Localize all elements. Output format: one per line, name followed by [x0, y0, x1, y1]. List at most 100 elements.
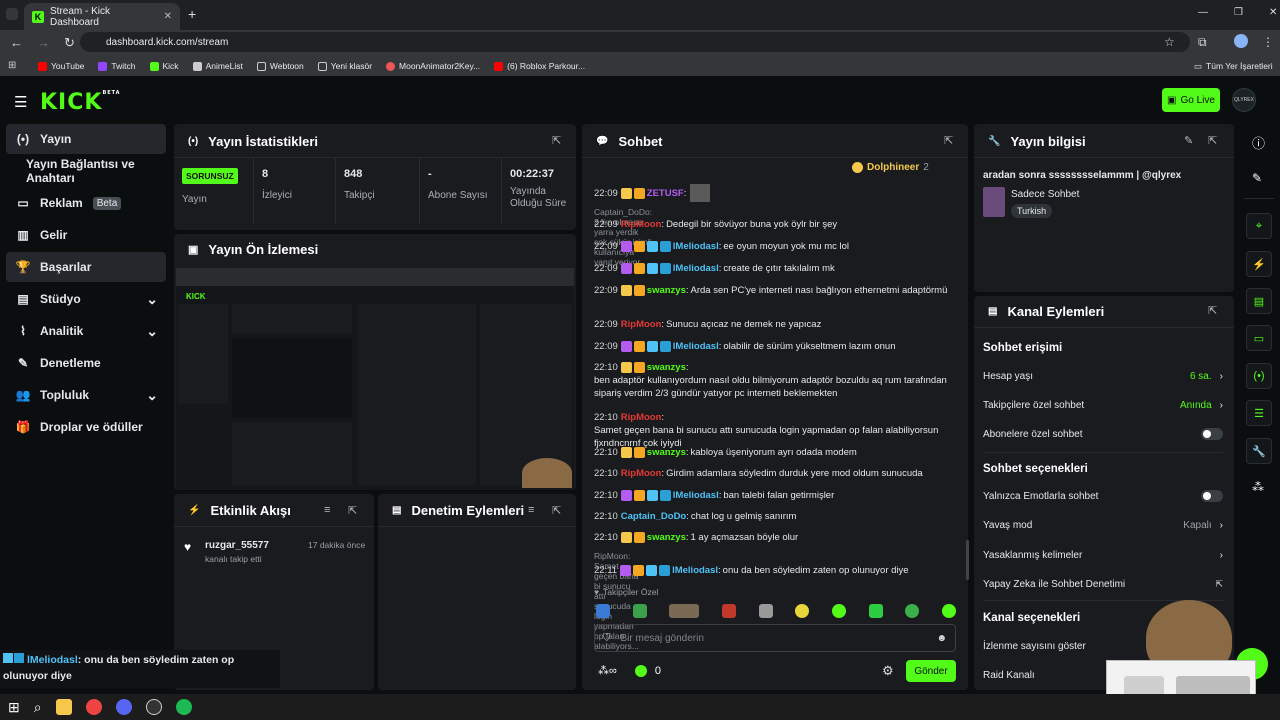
- chat-username[interactable]: lMeliodasl: [673, 489, 719, 502]
- filter-icon[interactable]: ≡: [324, 504, 330, 516]
- pinned-gifter[interactable]: Dolphineer 2: [852, 162, 929, 173]
- emoji-icon[interactable]: ☻: [936, 633, 947, 644]
- forward-icon[interactable]: →: [37, 35, 50, 51]
- chat-username[interactable]: RipMoon: [621, 467, 662, 480]
- sidebar-item-4[interactable]: 🏆 Başarılar: [6, 252, 166, 282]
- chat-username[interactable]: lMeliodasl: [672, 564, 718, 577]
- emote-icon[interactable]: [596, 604, 610, 618]
- wrench-icon[interactable]: 🔧: [1246, 438, 1272, 464]
- stream-preview-video[interactable]: KICK: [176, 268, 574, 490]
- apps-grid-icon[interactable]: ⊞: [8, 60, 16, 71]
- chat-username[interactable]: Captain_DoDo: [621, 510, 686, 523]
- sidebar-item-6[interactable]: ⌇ Analitik ⌄: [6, 316, 166, 346]
- followers-chat-row[interactable]: Takipçilere özel sohbet Anında ›: [983, 398, 1223, 412]
- go-live-button[interactable]: ▣ Go Live: [1162, 88, 1220, 112]
- popout-icon[interactable]: ⇱: [552, 504, 561, 517]
- bookmark-kick[interactable]: Kick: [149, 61, 179, 71]
- extensions-icon[interactable]: ⧉: [1198, 35, 1207, 50]
- obs-icon[interactable]: [145, 699, 162, 715]
- popout-icon[interactable]: ⇱: [944, 134, 953, 147]
- bookmark-youtube[interactable]: YouTube: [38, 61, 84, 71]
- profile-icon[interactable]: [1234, 34, 1248, 48]
- back-icon[interactable]: ←: [10, 35, 23, 51]
- emote-icon[interactable]: [868, 604, 883, 618]
- account-age-row[interactable]: Hesap yaşı 6 sa. ›: [983, 369, 1223, 383]
- tab-close-icon[interactable]: ✕: [164, 11, 172, 22]
- popout-icon[interactable]: ⇱: [1208, 134, 1217, 147]
- subs-chat-toggle[interactable]: [1201, 428, 1223, 440]
- bookmark-webtoon[interactable]: Webtoon: [256, 61, 304, 71]
- tab-strip-menu-icon[interactable]: [6, 8, 18, 20]
- lightning-icon[interactable]: ⚡: [1246, 251, 1272, 277]
- kick-points[interactable]: 0: [634, 664, 661, 677]
- sidebar-item-9[interactable]: 🎁 Droplar ve ödüller: [6, 412, 166, 442]
- filter-icon[interactable]: ≡: [528, 504, 534, 516]
- chat-username[interactable]: lMeliodasl: [673, 340, 719, 353]
- popout-icon[interactable]: ⇱: [552, 134, 561, 147]
- kick-logo[interactable]: KICKBETA: [40, 90, 121, 115]
- bookmark-roblox[interactable]: (6) Roblox Parkour...: [494, 61, 585, 71]
- discord-icon[interactable]: [115, 699, 132, 715]
- url-bar[interactable]: dashboard.kick.com/stream: [80, 32, 1190, 52]
- sidebar-item-3[interactable]: ▥ Gelir: [6, 220, 166, 250]
- bookmark-yeni-klasor[interactable]: Yeni klasör: [317, 61, 372, 71]
- search-icon[interactable]: ⌕: [34, 699, 42, 716]
- popout-icon[interactable]: ⇱: [1208, 304, 1217, 317]
- info-icon[interactable]: ⓘ: [1252, 133, 1265, 152]
- banned-words-row[interactable]: Yasaklanmış kelimeler ›: [983, 548, 1223, 562]
- hamburger-menu-icon[interactable]: ☰: [14, 93, 27, 111]
- emote-icon[interactable]: [721, 604, 736, 618]
- user-avatar[interactable]: QLYREX: [1232, 88, 1256, 112]
- browser-menu-icon[interactable]: ⋮: [1262, 35, 1274, 49]
- chat-username[interactable]: swanzys: [647, 531, 686, 544]
- edit-icon[interactable]: ✎: [1184, 134, 1193, 147]
- new-tab-button[interactable]: +: [188, 6, 196, 22]
- minimize-icon[interactable]: —: [1198, 7, 1208, 18]
- ai-mod-row[interactable]: Yapay Zeka ile Sohbet Denetimi ⇱: [983, 577, 1223, 591]
- spotify-icon[interactable]: [175, 699, 192, 715]
- emote-icon[interactable]: [905, 604, 920, 618]
- emote-icon[interactable]: [632, 604, 647, 618]
- chat-username[interactable]: lMeliodasl: [673, 240, 719, 253]
- maximize-icon[interactable]: ❐: [1234, 7, 1243, 18]
- crosshair-icon[interactable]: ⌖: [1246, 213, 1272, 239]
- chat-username[interactable]: swanzys: [647, 284, 686, 297]
- sidebar-item-0[interactable]: (•) Yayın: [6, 124, 166, 154]
- chat-username[interactable]: RipMoon: [621, 411, 662, 424]
- chat-username[interactable]: swanzys: [647, 446, 686, 459]
- slow-mode-row[interactable]: Yavaş mod Kapalı ›: [983, 518, 1223, 532]
- send-button[interactable]: Gönder: [906, 660, 956, 682]
- sidebar-item-2[interactable]: ▭ Reklam Beta: [6, 188, 166, 218]
- chat-username[interactable]: swanzys: [647, 361, 686, 374]
- chat-bubble-icon[interactable]: ▭: [1246, 325, 1272, 351]
- file-explorer-icon[interactable]: [55, 699, 72, 715]
- emote-icon[interactable]: [941, 604, 956, 618]
- chat-scrollbar[interactable]: [966, 540, 969, 580]
- emote-icon[interactable]: [758, 604, 773, 618]
- server-icon[interactable]: ☰: [1246, 400, 1272, 426]
- users-infinity-icon[interactable]: ⁂∞: [598, 664, 617, 677]
- chat-username[interactable]: RipMoon: [621, 318, 662, 331]
- chat-username[interactable]: ZETUSF: [647, 187, 684, 200]
- sidebar-item-8[interactable]: 👥 Topluluk ⌄: [6, 380, 166, 410]
- chat-username[interactable]: lMeliodasl: [673, 262, 719, 275]
- reload-icon[interactable]: ↻: [64, 35, 75, 51]
- all-bookmarks[interactable]: ▭ Tüm Yer İşaretleri: [1194, 61, 1273, 72]
- chat-input[interactable]: ⛉ Bir mesaj gönderin ☻: [594, 624, 956, 652]
- emote-only-toggle[interactable]: [1201, 490, 1223, 502]
- chat-settings-icon[interactable]: ⚙: [882, 663, 894, 679]
- chrome-icon[interactable]: [85, 699, 102, 715]
- sidebar-item-5[interactable]: ▤ Stüdyo ⌄: [6, 284, 166, 314]
- window-controls[interactable]: — ❐ ✕: [1198, 7, 1277, 18]
- add-widget-icon[interactable]: ⁂: [1252, 480, 1264, 494]
- sidebar-item-1[interactable]: Yayın Bağlantısı ve Anahtarı: [6, 156, 174, 186]
- emote-icon[interactable]: [669, 604, 700, 618]
- emote-icon[interactable]: [831, 604, 846, 618]
- close-window-icon[interactable]: ✕: [1269, 7, 1277, 18]
- popout-icon[interactable]: ⇱: [348, 504, 357, 517]
- sidebar-item-7[interactable]: ✎ Denetleme: [6, 348, 166, 378]
- windows-start-icon[interactable]: ⊞: [8, 699, 20, 716]
- edit-icon[interactable]: ✎: [1252, 171, 1262, 185]
- star-icon[interactable]: ☆: [1164, 35, 1175, 49]
- bookmark-twitch[interactable]: Twitch: [98, 61, 136, 71]
